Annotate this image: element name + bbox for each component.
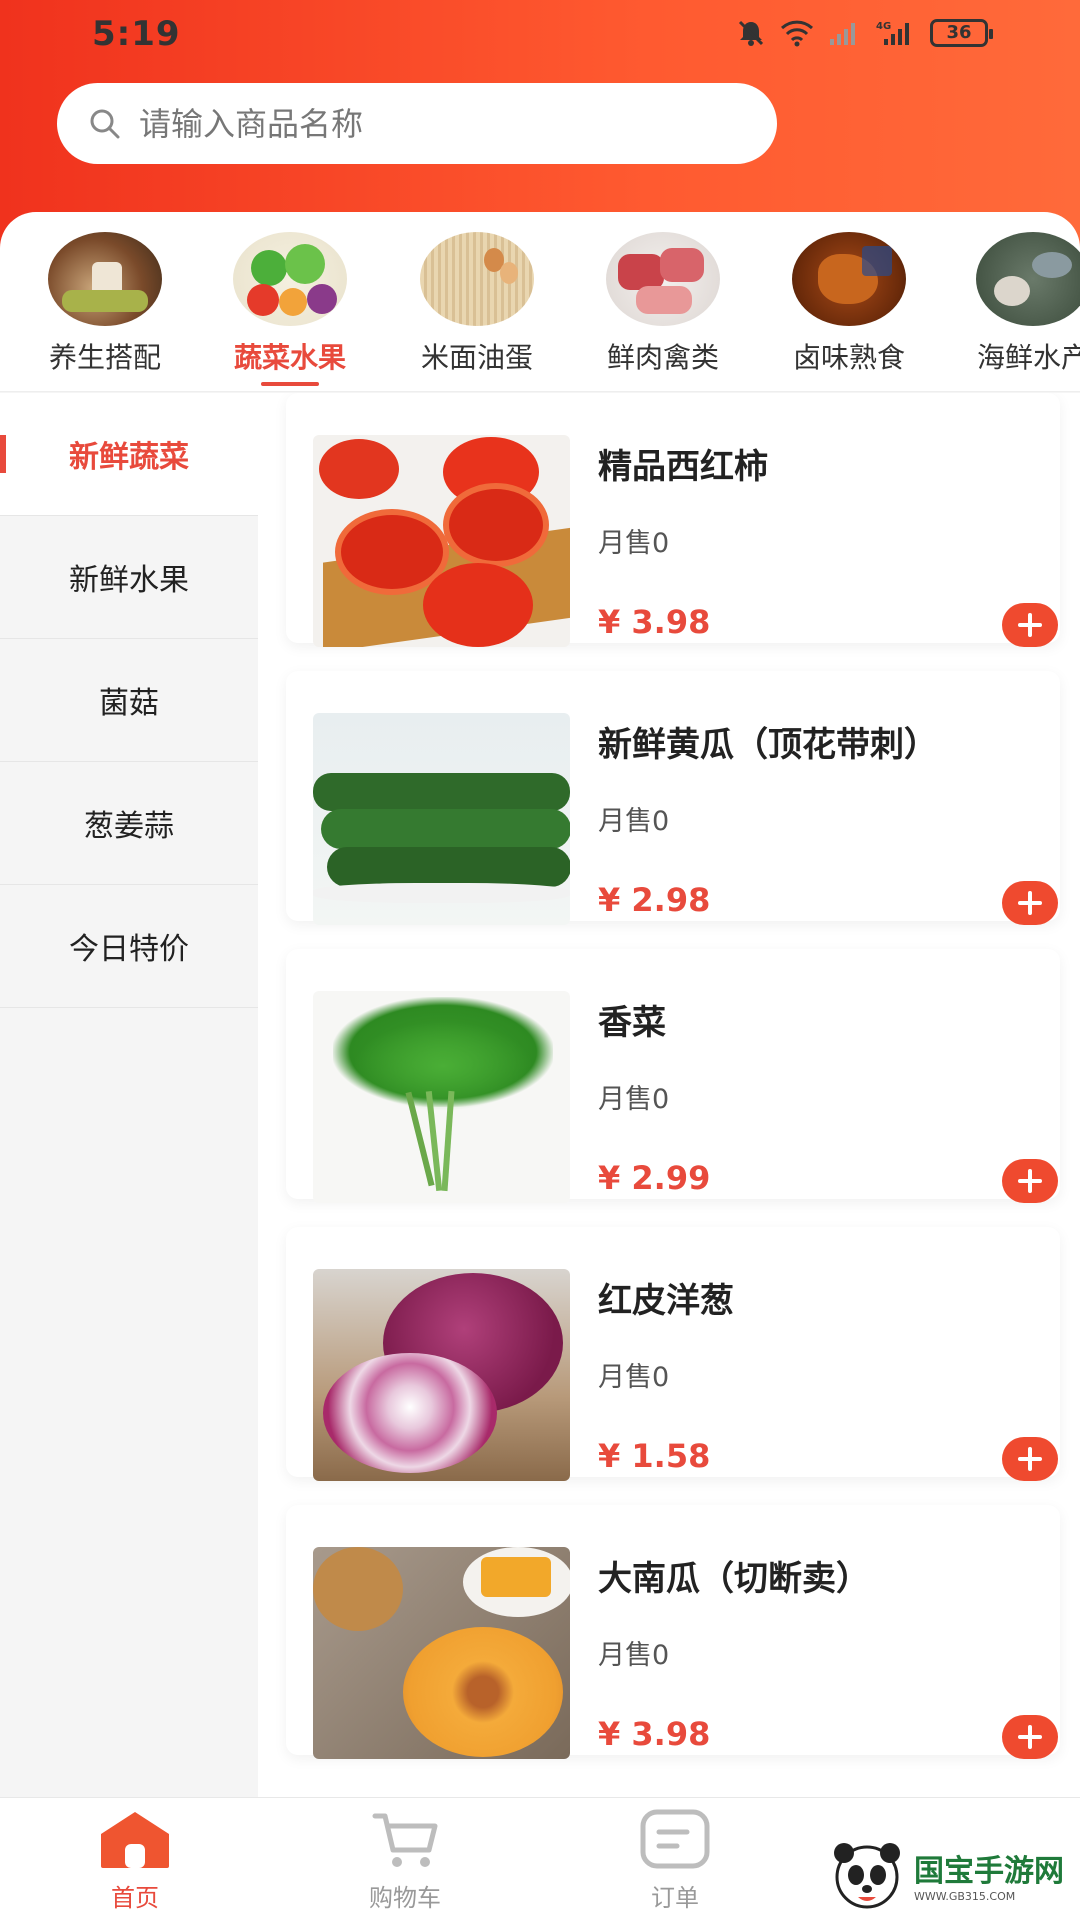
mute-bell-icon: [738, 20, 764, 46]
tab-label: 订单: [651, 1884, 699, 1912]
watermark: 国宝手游网 WWW.GB315.COM: [828, 1828, 1080, 1920]
home-icon: [101, 1812, 169, 1868]
tab-cart[interactable]: 购物车: [335, 1808, 475, 1913]
watermark-title: 国宝手游网: [914, 1853, 1064, 1889]
category-image: [976, 232, 1080, 326]
product-card[interactable]: 香菜 月售0 ¥ 2.99: [286, 949, 1060, 1203]
product-sales: 月售0: [598, 806, 670, 837]
category-image: [606, 232, 720, 326]
battery-indicator: 36: [930, 19, 993, 47]
tab-home[interactable]: 首页: [65, 1808, 205, 1913]
plus-icon: [1018, 891, 1042, 915]
product-card[interactable]: 精品西红柿 月售0 ¥ 3.98: [286, 393, 1060, 647]
product-name: 大南瓜（切断卖）: [598, 1559, 870, 1599]
category-seafood[interactable]: 海鲜水产: [948, 232, 1080, 376]
signal-icon: [830, 23, 855, 45]
plus-icon: [1018, 1447, 1042, 1471]
search-bar[interactable]: [57, 83, 777, 164]
product-image-coriander: [313, 991, 570, 1203]
category-label: 米面油蛋: [420, 341, 533, 374]
sidebar-item-fresh-fruits[interactable]: 新鲜水果: [0, 516, 258, 639]
product-name: 香菜: [598, 1003, 666, 1043]
category-fresh-meat-poultry[interactable]: 鲜肉禽类: [578, 232, 748, 376]
category-image: [233, 232, 347, 326]
wifi-icon: [780, 20, 814, 47]
panda-logo-icon: [834, 1843, 900, 1909]
tab-label: 购物车: [369, 1884, 441, 1912]
product-sales: 月售0: [598, 1084, 670, 1115]
product-price: ¥ 3.98: [598, 1715, 711, 1753]
category-label: 养生搭配: [48, 341, 161, 374]
sidebar: 新鲜蔬菜 新鲜水果 菌菇 葱姜蒜 今日特价: [0, 393, 258, 1797]
sidebar-item-mushrooms[interactable]: 菌菇: [0, 639, 258, 762]
status-bar: 5:19 4G 36: [0, 14, 1080, 58]
category-rice-noodle-oil-egg[interactable]: 米面油蛋: [392, 232, 562, 376]
status-icons: 4G 36: [736, 18, 993, 48]
category-image: [48, 232, 162, 326]
category-label: 鲜肉禽类: [606, 341, 719, 374]
svg-text:4G: 4G: [876, 21, 891, 32]
product-name: 新鲜黄瓜（顶花带刺）: [598, 725, 938, 765]
cart-icon: [372, 1813, 438, 1867]
product-card[interactable]: 大南瓜（切断卖） 月售0 ¥ 3.98: [286, 1505, 1060, 1759]
add-to-cart-button[interactable]: [1002, 1437, 1058, 1481]
status-time: 5:19: [92, 14, 181, 54]
product-price: ¥ 1.58: [598, 1437, 711, 1475]
add-to-cart-button[interactable]: [1002, 881, 1058, 925]
add-to-cart-button[interactable]: [1002, 603, 1058, 647]
product-price: ¥ 2.98: [598, 881, 711, 919]
product-name: 红皮洋葱: [598, 1281, 734, 1321]
category-active-indicator: [261, 382, 319, 386]
watermark-url: WWW.GB315.COM: [914, 1889, 1016, 1903]
search-input[interactable]: [139, 104, 699, 143]
product-price: ¥ 3.98: [598, 603, 711, 641]
category-label: 海鲜水产: [976, 341, 1080, 374]
tab-label: 首页: [111, 1884, 159, 1912]
product-name: 精品西红柿: [598, 447, 768, 487]
add-to-cart-button[interactable]: [1002, 1715, 1058, 1759]
category-label: 卤味熟食: [792, 341, 905, 374]
plus-icon: [1018, 1725, 1042, 1749]
category-health-combo[interactable]: 养生搭配: [20, 232, 190, 376]
order-icon: [640, 1809, 710, 1869]
product-image-pumpkin: [313, 1547, 570, 1759]
category-image: [792, 232, 906, 326]
plus-icon: [1018, 613, 1042, 637]
product-image-tomato: [313, 435, 570, 647]
product-list: 精品西红柿 月售0 ¥ 3.98 新鲜黄瓜（顶花带刺） 月售0 ¥ 2.98 香…: [258, 393, 1080, 1797]
product-sales: 月售0: [598, 1640, 670, 1671]
sidebar-item-scallion-ginger-garlic[interactable]: 葱姜蒜: [0, 762, 258, 885]
category-vegetables-fruits[interactable]: 蔬菜水果: [205, 232, 375, 386]
add-to-cart-button[interactable]: [1002, 1159, 1058, 1203]
product-price: ¥ 2.99: [598, 1159, 711, 1197]
category-image: [420, 232, 534, 326]
tab-orders[interactable]: 订单: [605, 1808, 745, 1913]
plus-icon: [1018, 1169, 1042, 1193]
category-strip: 养生搭配 蔬菜水果 米面油蛋 鲜肉禽类 卤味熟食 海鲜水产: [0, 212, 1080, 392]
product-card[interactable]: 新鲜黄瓜（顶花带刺） 月售0 ¥ 2.98: [286, 671, 1060, 925]
search-icon: [90, 109, 120, 138]
category-braised-deli[interactable]: 卤味熟食: [764, 232, 934, 376]
product-sales: 月售0: [598, 528, 670, 559]
signal-4g-icon: 4G: [876, 21, 909, 45]
product-image-cucumber: [313, 713, 570, 925]
product-image-red-onion: [313, 1269, 570, 1481]
category-label: 蔬菜水果: [233, 341, 346, 374]
sidebar-item-daily-specials[interactable]: 今日特价: [0, 885, 258, 1008]
product-card[interactable]: 红皮洋葱 月售0 ¥ 1.58: [286, 1227, 1060, 1481]
sidebar-item-fresh-vegetables[interactable]: 新鲜蔬菜: [0, 393, 258, 516]
product-sales: 月售0: [598, 1362, 670, 1393]
